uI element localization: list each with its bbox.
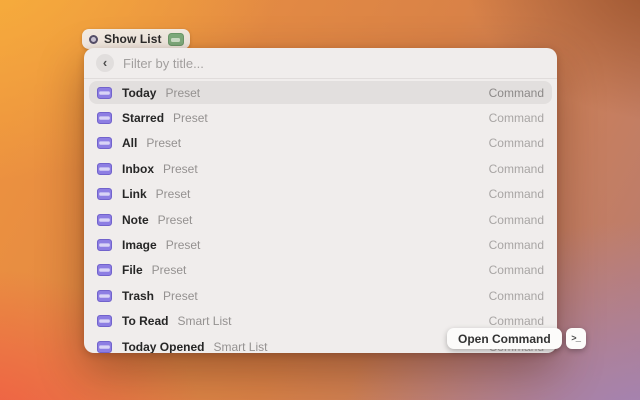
list-item-accessory: Command [489,314,544,328]
list: Today Preset Command Starred Preset Comm… [84,79,557,353]
list-item-title: Inbox [122,162,154,176]
chevron-left-icon: ‹ [103,56,107,69]
list-card-icon [97,112,112,124]
list-item-subtitle: Preset [163,162,198,176]
list-item-title: Today [122,86,156,100]
list-item-subtitle: Preset [158,213,193,227]
list-card-icon [97,137,112,149]
list-item[interactable]: Image Preset Command [89,233,552,256]
list-item-subtitle: Preset [163,289,198,303]
list-item-title: Starred [122,111,164,125]
list-item-title: Image [122,238,157,252]
list-item-title: Today Opened [122,340,204,353]
list-card-icon [97,87,112,99]
list-item[interactable]: All Preset Command [89,132,552,155]
list-card-icon [97,239,112,251]
open-command-button[interactable]: Open Command [447,328,562,349]
list-item-title: Link [122,187,147,201]
show-list-chip[interactable]: Show List [82,29,190,49]
list-item[interactable]: Trash Preset Command [89,284,552,307]
list-item-accessory: Command [489,162,544,176]
open-command-label: Open Command [458,332,551,346]
list-item-accessory: Command [489,213,544,227]
list-item-accessory: Command [489,136,544,150]
back-button[interactable]: ‹ [96,54,114,72]
list-card-icon [97,290,112,302]
list-card-icon [97,188,112,200]
list-card-icon [97,341,112,353]
list-item-accessory: Command [489,289,544,303]
list-item[interactable]: Inbox Preset Command [89,157,552,180]
list-item-title: Note [122,213,149,227]
list-item-title: All [122,136,137,150]
list-item[interactable]: File Preset Command [89,259,552,282]
search-bar: ‹ Filter by title... [84,48,557,79]
search-input[interactable]: Filter by title... [123,56,204,71]
list-item[interactable]: Link Preset Command [89,183,552,206]
status-dot-icon [89,35,98,44]
list-item-accessory: Command [489,86,544,100]
green-list-card-icon [168,33,184,46]
list-item-accessory: Command [489,187,544,201]
list-card-icon [97,163,112,175]
list-item-subtitle: Preset [156,187,191,201]
terminal-prompt-icon[interactable]: >_ [566,328,586,349]
list-item-subtitle: Preset [173,111,208,125]
list-item-subtitle: Smart List [177,314,231,328]
list-item-accessory: Command [489,238,544,252]
list-item[interactable]: Note Preset Command [89,208,552,231]
list-card-icon [97,214,112,226]
list-item[interactable]: Today Preset Command [89,81,552,104]
list-item[interactable]: Starred Preset Command [89,106,552,129]
chip-label: Show List [104,32,162,46]
list-item-accessory: Command [489,263,544,277]
action-bar: Open Command >_ [447,328,586,349]
list-item-title: To Read [122,314,168,328]
list-item-title: File [122,263,143,277]
list-card-icon [97,264,112,276]
list-item-subtitle: Preset [166,238,201,252]
command-palette-panel: ‹ Filter by title... Today Preset Comman… [84,48,557,353]
list-item-subtitle: Smart List [213,340,267,353]
list-item-subtitle: Preset [146,136,181,150]
list-item-title: Trash [122,289,154,303]
list-item-subtitle: Preset [165,86,200,100]
list-card-icon [97,315,112,327]
list-item-accessory: Command [489,111,544,125]
list-item-subtitle: Preset [152,263,187,277]
